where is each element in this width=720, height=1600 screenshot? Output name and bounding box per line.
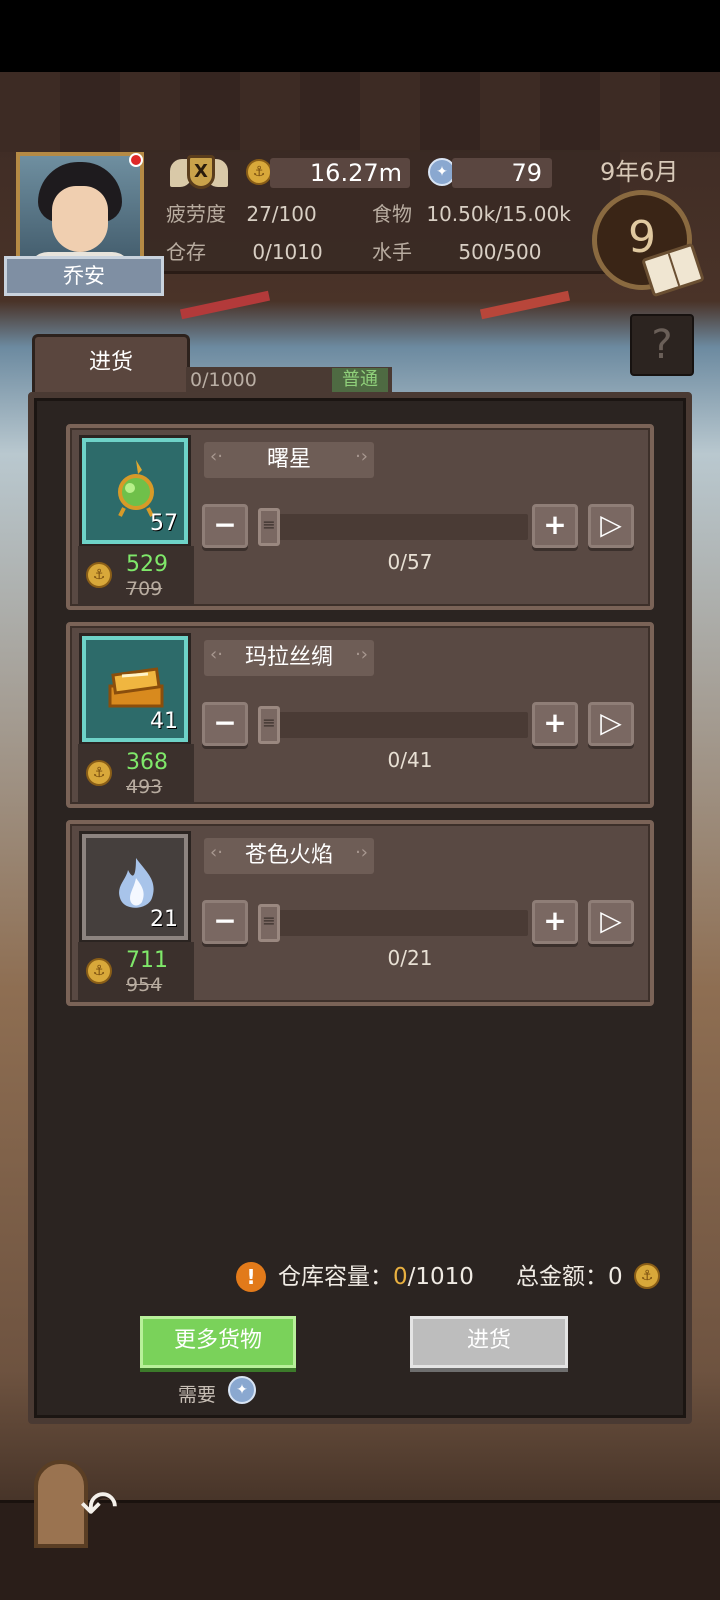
sailors-value: 500/500	[458, 240, 542, 264]
gold-coin-icon	[86, 562, 112, 588]
capacity-bar: 0/1000 普通	[186, 367, 392, 393]
item-old-price: 954	[126, 974, 163, 996]
quantity-slider[interactable]	[264, 712, 528, 738]
storage-stat: 仓存 0/1010	[166, 236, 323, 265]
item-price-box: 529 709	[78, 546, 194, 606]
tab-purchase-label: 进货	[88, 350, 133, 375]
storage-value: 0/1010	[252, 240, 323, 264]
increase-button[interactable]: +	[532, 900, 578, 944]
item-name: 玛拉丝绸	[244, 645, 333, 670]
money-value: 16.27m	[309, 159, 402, 187]
medal-icon	[228, 1376, 256, 1404]
slider-handle[interactable]	[258, 706, 280, 744]
rank-shield-icon: X	[187, 155, 215, 189]
capacity-text: 0/1000	[190, 369, 257, 391]
capacity-total: /1010	[407, 1264, 474, 1290]
total-value: 0	[608, 1264, 623, 1290]
item-old-price: 493	[126, 776, 163, 798]
medal-value: 79	[511, 159, 542, 187]
sailors-stat: 水手 500/500	[372, 236, 541, 265]
warehouse-capacity: 仓库容量：0/1010	[278, 1262, 474, 1292]
item-price-box: 368 493	[78, 744, 194, 804]
wooden-beam	[0, 72, 720, 152]
total-label: 总金额：	[516, 1264, 608, 1290]
item-name-tag: 曙星	[204, 442, 374, 478]
max-button[interactable]: ▷	[588, 900, 634, 944]
help-button[interactable]: ?	[630, 314, 694, 376]
item-quantity: 0/57	[387, 550, 433, 574]
item-stock: 57	[150, 511, 178, 536]
item-quantity: 0/21	[387, 946, 433, 970]
character-name-plate: 乔安	[4, 256, 164, 296]
item-price: 368	[126, 750, 168, 775]
fatigue-stat: 疲劳度 27/100	[166, 198, 317, 227]
level-badge: 普通	[332, 368, 388, 392]
item-name: 苍色火焰	[244, 843, 333, 868]
max-button[interactable]: ▷	[588, 702, 634, 746]
max-button[interactable]: ▷	[588, 504, 634, 548]
game-date: 9年6月	[600, 158, 679, 186]
slider-handle[interactable]	[258, 904, 280, 942]
notification-dot	[129, 153, 143, 167]
food-label: 食物	[372, 202, 412, 226]
slider-handle[interactable]	[258, 508, 280, 546]
capacity-label: 仓库容量：	[278, 1264, 393, 1290]
decrease-button[interactable]: −	[202, 900, 248, 944]
tab-purchase[interactable]: 进货	[32, 334, 190, 392]
fatigue-label: 疲劳度	[166, 202, 226, 226]
gold-coin-icon	[86, 958, 112, 984]
item-name-tag: 苍色火焰	[204, 838, 374, 874]
quantity-slider[interactable]	[264, 910, 528, 936]
item-name: 曙星	[266, 447, 311, 472]
character-name: 乔安	[63, 264, 105, 288]
gold-coin-icon	[86, 760, 112, 786]
food-stat: 食物 10.50k/15.00k	[372, 198, 571, 227]
money-display: 16.27m	[270, 158, 410, 188]
item-stock: 41	[150, 709, 178, 734]
fatigue-value: 27/100	[246, 202, 317, 226]
quantity-slider[interactable]	[264, 514, 528, 540]
item-icon-frame[interactable]: 21	[82, 834, 188, 940]
storage-label: 仓存	[166, 240, 206, 264]
rank-badge[interactable]: X	[170, 153, 228, 193]
goods-item: 41 368 493 玛拉丝绸 − + ▷ 0/41	[66, 622, 654, 808]
item-icon-frame[interactable]: 41	[82, 636, 188, 742]
back-arrow-icon[interactable]: ↶	[80, 1480, 119, 1534]
item-name-tag: 玛拉丝绸	[204, 640, 374, 676]
item-price-box: 711 954	[78, 942, 194, 1002]
total-amount: 总金额：0	[516, 1262, 623, 1292]
warning-icon: !	[236, 1262, 266, 1292]
goods-item: 57 529 709 曙星 − + ▷ 0/57	[66, 424, 654, 610]
decrease-button[interactable]: −	[202, 702, 248, 746]
item-quantity: 0/41	[387, 748, 433, 772]
goods-item: 21 711 954 苍色火焰 − + ▷ 0/21	[66, 820, 654, 1006]
medal-display: 79	[452, 158, 552, 188]
item-price: 529	[126, 552, 168, 577]
sailors-label: 水手	[372, 240, 412, 264]
need-label: 需要	[178, 1384, 217, 1406]
item-stock: 21	[150, 907, 178, 932]
status-bar	[0, 0, 720, 72]
item-icon-frame[interactable]: 57	[82, 438, 188, 544]
increase-button[interactable]: +	[532, 504, 578, 548]
item-old-price: 709	[126, 578, 163, 600]
increase-button[interactable]: +	[532, 702, 578, 746]
decrease-button[interactable]: −	[202, 504, 248, 548]
capacity-used: 0	[393, 1264, 408, 1290]
item-price: 711	[126, 948, 168, 973]
gold-coin-icon	[634, 1263, 660, 1289]
purchase-button[interactable]: 进货	[410, 1316, 568, 1368]
portrait-face	[52, 186, 108, 252]
more-goods-button[interactable]: 更多货物	[140, 1316, 296, 1368]
food-value: 10.50k/15.00k	[426, 202, 571, 226]
gold-coin-icon	[246, 159, 272, 185]
